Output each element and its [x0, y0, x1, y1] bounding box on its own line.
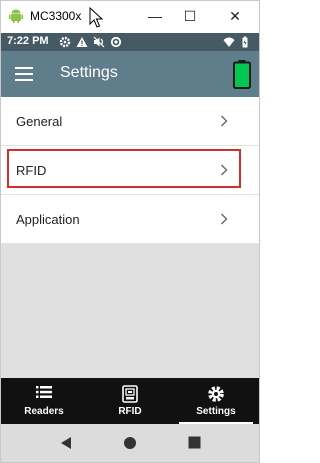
- nav-item-settings[interactable]: Settings: [173, 378, 259, 424]
- gear-icon: [59, 36, 71, 48]
- page-title: Settings: [60, 64, 118, 81]
- warning-icon: [76, 37, 88, 47]
- home-icon[interactable]: [123, 436, 137, 450]
- android-icon: [9, 9, 23, 23]
- chevron-right-icon: [221, 213, 228, 225]
- close-button[interactable]: ✕: [223, 5, 247, 27]
- minimize-button[interactable]: —: [143, 5, 167, 27]
- sync-icon: [110, 36, 122, 48]
- maximize-icon: ☐: [183, 7, 197, 24]
- maximize-button[interactable]: ☐: [178, 5, 202, 27]
- status-bar: 7:22 PM: [1, 33, 259, 51]
- emulator-window: MC3300x — ☐ ✕ 7:22 PM Settings General R…: [0, 0, 260, 463]
- nav-label: Settings: [196, 406, 236, 417]
- settings-item-label: Application: [16, 212, 80, 227]
- system-navigation-bar: [1, 424, 259, 462]
- window-title: MC3300x: [30, 9, 82, 23]
- nav-label: RFID: [118, 406, 142, 417]
- settings-item-label: RFID: [16, 163, 47, 178]
- close-icon: ✕: [229, 7, 241, 24]
- status-icons-left: [59, 36, 122, 48]
- nav-item-rfid[interactable]: RFID: [87, 378, 173, 424]
- mouse-cursor-icon: [89, 7, 104, 28]
- status-icons-right: [223, 36, 251, 48]
- back-icon[interactable]: [60, 436, 72, 450]
- settings-item-rfid[interactable]: RFID: [1, 146, 259, 195]
- bottom-navigation: Readers RFID Settings: [1, 378, 259, 424]
- nav-item-readers[interactable]: Readers: [1, 378, 87, 424]
- settings-item-application[interactable]: Application: [1, 195, 259, 244]
- app-bar: Settings: [1, 51, 259, 97]
- battery-full-icon: [233, 60, 251, 89]
- mute-icon: [93, 36, 105, 48]
- gear-icon: [208, 386, 224, 402]
- chevron-right-icon: [221, 115, 228, 127]
- nav-label: Readers: [24, 406, 64, 417]
- battery-charging-icon: [242, 36, 248, 48]
- list-icon: [36, 386, 52, 398]
- rfid-tag-icon: [122, 385, 138, 403]
- settings-item-general[interactable]: General: [1, 97, 259, 146]
- recents-icon[interactable]: [188, 436, 201, 449]
- chevron-right-icon: [221, 164, 228, 176]
- minimize-icon: —: [148, 8, 162, 24]
- status-time: 7:22 PM: [7, 35, 49, 47]
- wifi-icon: [223, 37, 235, 47]
- window-titlebar: MC3300x — ☐ ✕: [1, 1, 259, 32]
- hamburger-menu-icon[interactable]: [15, 67, 33, 81]
- settings-item-label: General: [16, 114, 63, 129]
- settings-list: General RFID Application: [1, 97, 259, 244]
- empty-content-area: [1, 244, 259, 378]
